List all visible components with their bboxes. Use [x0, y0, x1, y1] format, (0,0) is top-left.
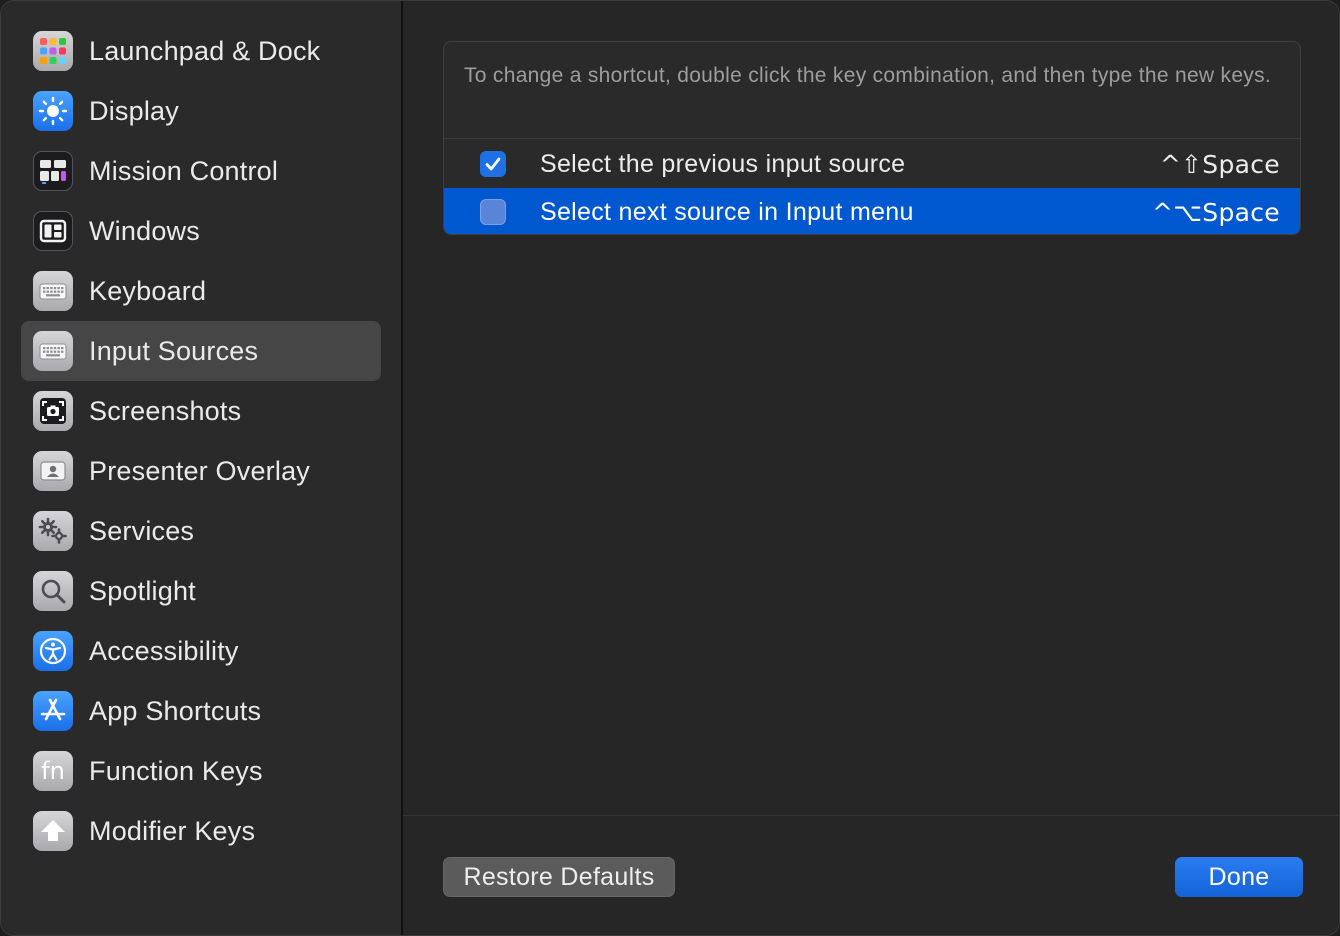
sidebar-item-label: Accessibility [89, 635, 239, 666]
shortcut-checkbox[interactable] [480, 199, 506, 225]
windows-icon [33, 211, 73, 251]
fn-glyph: fn [41, 757, 65, 785]
sidebar-item-modifier-keys[interactable]: Modifier Keys [21, 801, 381, 861]
instructions-text: To change a shortcut, double click the k… [464, 64, 1272, 87]
sidebar-item-services[interactable]: Services [21, 501, 381, 561]
shortcut-keys[interactable]: ^⇧Space [1160, 150, 1280, 179]
sidebar-item-app-shortcuts[interactable]: App Shortcuts [21, 681, 381, 741]
display-icon [33, 91, 73, 131]
shortcuts-panel: To change a shortcut, double click the k… [443, 41, 1301, 235]
sidebar-item-keyboard[interactable]: Keyboard [21, 261, 381, 321]
shortcut-label: Select next source in Input menu [540, 197, 914, 226]
launchpad-icon [33, 31, 73, 71]
sidebar-item-label: Function Keys [89, 755, 263, 786]
modifier-keys-icon [33, 811, 73, 851]
footer-divider [403, 815, 1339, 816]
sidebar-item-function-keys[interactable]: fn Function Keys [21, 741, 381, 801]
sidebar-item-label: Keyboard [89, 275, 207, 306]
sidebar-item-label: Screenshots [89, 395, 242, 426]
sidebar-item-label: Launchpad & Dock [89, 35, 321, 66]
sidebar-item-label: Input Sources [89, 335, 259, 366]
services-icon [33, 511, 73, 551]
shortcut-row-selected[interactable]: Select next source in Input menu ^⌥Space [444, 188, 1300, 234]
sidebar-item-label: Display [89, 95, 179, 126]
sidebar-item-label: Windows [89, 215, 200, 246]
app-shortcuts-icon [33, 691, 73, 731]
mission-control-icon [33, 151, 73, 191]
divider [444, 138, 1300, 139]
sidebar-item-accessibility[interactable]: Accessibility [21, 621, 381, 681]
accessibility-icon [33, 631, 73, 671]
presenter-overlay-icon [33, 451, 73, 491]
sidebar-item-spotlight[interactable]: Spotlight [21, 561, 381, 621]
sidebar-item-label: App Shortcuts [89, 695, 262, 726]
input-sources-icon [33, 331, 73, 371]
shortcut-checkbox[interactable] [480, 151, 506, 177]
done-button[interactable]: Done [1175, 857, 1303, 897]
sidebar-item-presenter-overlay[interactable]: Presenter Overlay [21, 441, 381, 501]
sidebar-item-input-sources[interactable]: Input Sources [21, 321, 381, 381]
checkmark-icon [485, 157, 501, 171]
shortcut-label: Select the previous input source [540, 149, 906, 178]
main-pane: To change a shortcut, double click the k… [403, 1, 1339, 935]
sidebar-item-label: Services [89, 515, 195, 546]
sidebar-item-windows[interactable]: Windows [21, 201, 381, 261]
sidebar-item-launchpad-dock[interactable]: Launchpad & Dock [21, 21, 381, 81]
sidebar-item-label: Presenter Overlay [89, 455, 310, 486]
keyboard-shortcuts-window: Launchpad & Dock Display Mission Control… [0, 0, 1340, 936]
sidebar-item-mission-control[interactable]: Mission Control [21, 141, 381, 201]
shortcut-keys[interactable]: ^⌥Space [1152, 198, 1280, 227]
keyboard-icon [33, 271, 73, 311]
shortcut-row[interactable]: Select the previous input source ^⇧Space [444, 140, 1300, 188]
sidebar-item-screenshots[interactable]: Screenshots [21, 381, 381, 441]
sidebar-item-label: Spotlight [89, 575, 196, 606]
screenshots-icon [33, 391, 73, 431]
function-keys-icon: fn [33, 751, 73, 791]
restore-defaults-button[interactable]: Restore Defaults [443, 857, 675, 897]
sidebar: Launchpad & Dock Display Mission Control… [1, 1, 403, 935]
sidebar-item-label: Mission Control [89, 155, 279, 186]
sidebar-item-display[interactable]: Display [21, 81, 381, 141]
spotlight-icon [33, 571, 73, 611]
sidebar-item-label: Modifier Keys [89, 815, 256, 846]
